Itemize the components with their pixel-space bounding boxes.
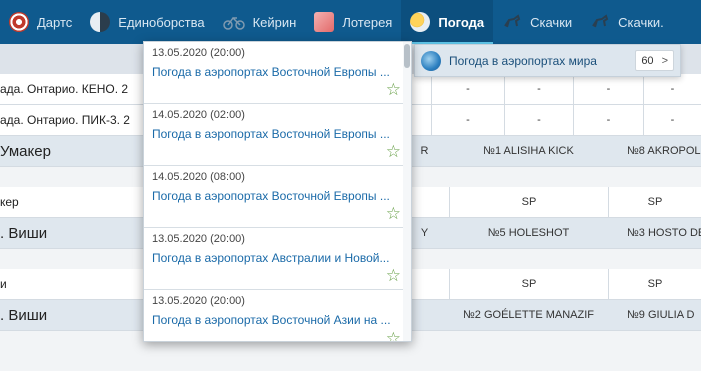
odds-cell[interactable]: SP — [449, 269, 608, 299]
event-time: 13.05.2020 (20:00) — [152, 295, 245, 307]
star-icon[interactable]: ☆ — [386, 267, 401, 284]
event-time: 13.05.2020 (20:00) — [152, 47, 245, 59]
nav-item-label: Кейрин — [252, 14, 297, 30]
nav-item-martial-arts[interactable]: Единоборства — [81, 0, 213, 44]
event-time: 14.05.2020 (02:00) — [152, 109, 245, 121]
nav-item-label: Дартс — [37, 14, 73, 30]
runner-cell: №9 GIULIA D — [627, 309, 695, 321]
category-label: Погода в аэропортах мира — [449, 53, 597, 68]
odds-cell[interactable]: - — [573, 105, 643, 135]
event-count-button[interactable]: 60 > — [635, 50, 674, 71]
odds-cell[interactable]: - — [431, 74, 504, 104]
runner-cell: №5 HOLESHOT — [487, 227, 570, 239]
nav-item-weather[interactable]: Погода — [401, 0, 494, 44]
nav-item-horse-racing-2[interactable]: Скачки. — [581, 0, 673, 44]
lottery-balls-icon — [314, 12, 335, 32]
odds-cell[interactable]: - — [643, 105, 701, 135]
event-title-link[interactable]: Погода в аэропортах Восточной Европы ... — [152, 126, 396, 142]
bicycle-icon — [222, 12, 245, 32]
event-time: 13.05.2020 (20:00) — [152, 233, 245, 245]
odds-cell[interactable]: SP — [608, 269, 701, 299]
odds-cell[interactable] — [412, 269, 449, 299]
odds-cell[interactable]: SP — [608, 187, 701, 217]
runner-cell: Y — [420, 227, 429, 239]
odds-cell[interactable] — [412, 187, 449, 217]
horse-racing-icon — [590, 12, 610, 32]
nav-item-lottery[interactable]: Лотерея — [305, 0, 401, 44]
list-item[interactable]: 13.05.2020 (20:00) Погода в аэропортах В… — [144, 42, 411, 104]
nav-item-label: Скачки. — [618, 14, 664, 30]
nav-item-label: Скачки — [530, 14, 573, 30]
weather-events-dropdown: 13.05.2020 (20:00) Погода в аэропортах В… — [143, 41, 412, 342]
star-icon[interactable]: ☆ — [386, 143, 401, 160]
group-name: . Виши — [0, 306, 48, 324]
list-item[interactable]: 14.05.2020 (02:00) Погода в аэропортах В… — [144, 104, 411, 166]
darts-icon — [9, 12, 29, 32]
event-title-link[interactable]: Погода в аэропортах Австралии и Новой... — [152, 250, 396, 266]
star-icon[interactable]: ☆ — [386, 205, 401, 222]
runner-cell: R — [420, 145, 429, 157]
group-name: Умакер — [0, 142, 51, 160]
runner-cell: №2 GOÉLETTE MANAZIF — [463, 309, 594, 321]
nav-item-darts[interactable]: Дартс — [0, 0, 81, 44]
star-icon[interactable]: ☆ — [386, 81, 401, 98]
event-title-link[interactable]: Погода в аэропортах Восточной Азии на ..… — [152, 312, 396, 328]
event-time: 14.05.2020 (08:00) — [152, 171, 245, 183]
runner-cell: №8 AKROPOLIS — [627, 145, 701, 157]
event-name: ада. Онтарио. ПИК-3. 2 — [0, 113, 130, 127]
runner-cell: №3 HOSTO DE — [627, 227, 701, 239]
weather-category-popup[interactable]: Погода в аэропортах мира 60 > — [414, 44, 681, 77]
list-item[interactable]: 13.05.2020 (20:00) Погода в аэропортах В… — [144, 290, 411, 341]
top-navigation: Дартс Единоборства Кейрин Лотерея Погода… — [0, 0, 701, 44]
group-name: . Виши — [0, 224, 48, 242]
horse-racing-icon — [502, 12, 522, 32]
odds-cell[interactable]: - — [504, 74, 573, 104]
odds-cell[interactable]: - — [573, 74, 643, 104]
nav-item-horse-racing[interactable]: Скачки — [493, 0, 581, 44]
nav-item-keirin[interactable]: Кейрин — [214, 0, 306, 44]
runner-cell — [412, 300, 437, 330]
event-title-link[interactable]: Погода в аэропортах Восточной Европы ... — [152, 188, 396, 204]
nav-item-label: Лотерея — [342, 14, 393, 30]
chevron-right-icon: > — [661, 54, 668, 67]
list-item[interactable]: 13.05.2020 (20:00) Погода в аэропортах А… — [144, 228, 411, 290]
scrollbar[interactable] — [403, 42, 411, 341]
globe-icon — [421, 50, 441, 71]
event-count: 60 — [641, 54, 654, 67]
event-name: и — [0, 277, 7, 291]
odds-cell[interactable]: - — [431, 105, 504, 135]
event-name: кер — [0, 195, 19, 209]
odds-cell[interactable]: SP — [449, 187, 608, 217]
event-title-link[interactable]: Погода в аэропортах Восточной Европы ... — [152, 64, 396, 80]
yin-yang-icon — [90, 12, 111, 32]
runner-cell: №1 ALISIHA KICK — [483, 145, 574, 157]
sun-cloud-icon — [410, 12, 431, 32]
star-icon[interactable]: ☆ — [386, 330, 401, 341]
nav-item-label: Единоборства — [118, 14, 205, 30]
scrollbar-thumb[interactable] — [404, 44, 410, 68]
odds-cell[interactable]: - — [643, 74, 701, 104]
list-item[interactable]: 14.05.2020 (08:00) Погода в аэропортах В… — [144, 166, 411, 228]
odds-cell[interactable]: - — [504, 105, 573, 135]
nav-item-label: Погода — [438, 14, 485, 30]
event-name: ада. Онтарио. КЕНО. 2 — [0, 82, 129, 96]
